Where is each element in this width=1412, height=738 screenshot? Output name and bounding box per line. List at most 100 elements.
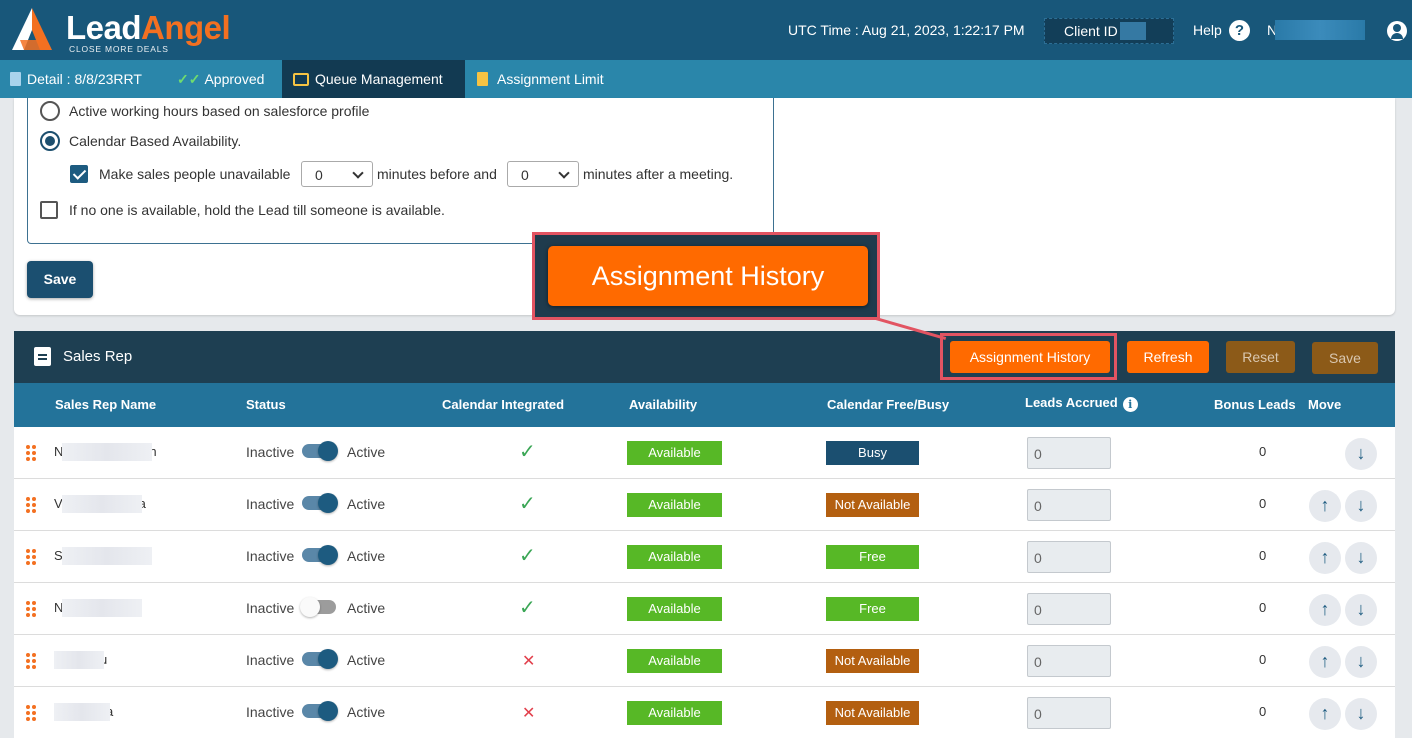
move-down-icon[interactable]: ↓ <box>1345 646 1377 678</box>
tab-detail[interactable]: Detail : 8/8/23RRT <box>10 60 142 98</box>
working-hours-label: Active working hours based on salesforce… <box>69 103 370 119</box>
status-inactive-label: Inactive <box>246 548 295 564</box>
cross-icon: ✕ <box>522 705 536 722</box>
toggle-knob <box>318 545 338 565</box>
status-active-label: Active <box>347 600 386 616</box>
move-up-icon[interactable]: ↑ <box>1309 542 1341 574</box>
availability-badge: Available <box>627 649 722 673</box>
leads-accrued-input[interactable]: 0 <box>1027 489 1111 521</box>
queue-icon <box>293 73 309 86</box>
leads-accrued-input[interactable]: 0 <box>1027 593 1111 625</box>
document-icon <box>34 347 51 366</box>
toggle-knob <box>318 701 338 721</box>
minutes-after-select[interactable]: 0 <box>507 161 579 187</box>
availability-badge: Available <box>627 545 722 569</box>
status-active-label: Active <box>347 444 386 460</box>
redacted-mask <box>62 495 142 513</box>
move-up-icon[interactable]: ↑ <box>1309 490 1341 522</box>
move-down-icon[interactable]: ↓ <box>1345 542 1377 574</box>
free-busy-badge: Not Available <box>826 493 919 517</box>
make-unavailable-checkbox[interactable] <box>70 165 88 183</box>
client-id-selector[interactable]: Client ID <box>1044 18 1174 44</box>
drag-handle-icon[interactable] <box>26 445 36 461</box>
move-down-icon[interactable]: ↓ <box>1345 698 1377 730</box>
refresh-button[interactable]: Refresh <box>1127 341 1209 373</box>
move-up-icon[interactable]: ↑ <box>1309 698 1341 730</box>
toggle-knob <box>300 597 320 617</box>
move-up-icon[interactable]: ↑ <box>1309 646 1341 678</box>
drag-handle-icon[interactable] <box>26 601 36 617</box>
col-status: Status <box>246 397 286 412</box>
tab-queue-management[interactable]: Queue Management <box>282 60 465 98</box>
document-icon <box>10 72 21 86</box>
status-toggle[interactable] <box>300 597 336 617</box>
client-id-label: Client ID <box>1064 23 1118 39</box>
status-inactive-label: Inactive <box>246 652 295 668</box>
user-avatar-icon[interactable] <box>1387 21 1407 41</box>
move-down-icon[interactable]: ↓ <box>1345 594 1377 626</box>
bonus-leads-value: 0 <box>1259 652 1267 667</box>
hold-lead-checkbox[interactable] <box>40 201 58 219</box>
drag-handle-icon[interactable] <box>26 653 36 669</box>
table-row: aInactiveActive✕AvailableNot Available00… <box>14 687 1395 738</box>
help-icon[interactable]: ? <box>1229 20 1250 41</box>
radio-calendar-availability[interactable] <box>40 131 60 151</box>
drag-handle-icon[interactable] <box>26 549 36 565</box>
leads-accrued-input[interactable]: 0 <box>1027 697 1111 729</box>
logo-wordmark: LeadAngel <box>66 9 231 46</box>
info-icon[interactable]: i <box>1122 397 1138 412</box>
utc-time: UTC Time : Aug 21, 2023, 1:22:17 PM <box>788 22 1025 38</box>
tab-approved[interactable]: ✓✓ Approved <box>177 60 264 98</box>
move-down-icon[interactable]: ↓ <box>1345 438 1377 470</box>
cross-icon: ✕ <box>522 653 536 670</box>
minutes-before-label: minutes before and <box>377 166 497 182</box>
check-icon: ✓ <box>519 441 536 463</box>
calendar-availability-label: Calendar Based Availability. <box>69 133 242 149</box>
table-row: Nn Inactive Active ✓ Available Busy 0 0 ↓ <box>14 427 1395 479</box>
move-down-icon[interactable]: ↓ <box>1345 490 1377 522</box>
drag-handle-icon[interactable] <box>26 705 36 721</box>
move-up-icon[interactable]: ↑ <box>1309 594 1341 626</box>
bonus-leads-value: 0 <box>1259 600 1267 615</box>
col-calendar-free-busy: Calendar Free/Busy <box>827 397 950 412</box>
status-inactive-label: Inactive <box>246 704 295 720</box>
save-reps-button[interactable]: Save <box>1312 342 1378 374</box>
free-busy-badge: Free <box>826 597 919 621</box>
free-busy-badge: Free <box>826 545 919 569</box>
col-calendar-integrated: Calendar Integrated <box>442 397 565 412</box>
redacted-mask <box>54 703 110 721</box>
drag-handle-icon[interactable] <box>26 497 36 513</box>
check-icon: ✓ <box>519 597 536 619</box>
availability-badge: Available <box>627 441 722 465</box>
radio-working-hours[interactable] <box>40 101 60 121</box>
table-row: Va Inactive Active ✓ Available Not Available 0… <box>14 479 1395 531</box>
status-toggle[interactable] <box>302 649 338 669</box>
leads-accrued-input[interactable]: 0 <box>1027 437 1111 469</box>
tab-assignment-limit[interactable]: Assignment Limit <box>477 60 604 98</box>
leadangel-logo[interactable]: LeadAngel CLOSE MORE DEALS <box>8 6 238 56</box>
assignment-history-zoomed: Assignment History <box>548 246 868 306</box>
save-settings-button[interactable]: Save <box>27 261 93 298</box>
highlight-box <box>940 333 1117 380</box>
status-inactive-label: Inactive <box>246 444 295 460</box>
logo-mark-icon <box>12 8 52 50</box>
help-link[interactable]: Help <box>1193 22 1222 38</box>
redacted-mask <box>62 599 142 617</box>
availability-badge: Available <box>627 493 722 517</box>
table-row: SiInactiveActive✓AvailableFree00↑↓ <box>14 531 1395 583</box>
double-check-icon: ✓✓ <box>177 71 201 87</box>
status-toggle[interactable] <box>302 493 338 513</box>
free-busy-badge: Not Available <box>826 701 919 725</box>
status-toggle[interactable] <box>302 441 338 461</box>
status-toggle[interactable] <box>302 701 338 721</box>
status-toggle[interactable] <box>302 545 338 565</box>
leads-accrued-input[interactable]: 0 <box>1027 541 1111 573</box>
redacted-mask <box>62 547 152 565</box>
redacted-mask <box>1275 20 1365 40</box>
reset-button[interactable]: Reset <box>1226 341 1295 373</box>
sales-rep-title: Sales Rep <box>63 348 133 365</box>
status-inactive-label: Inactive <box>246 600 295 616</box>
leads-accrued-input[interactable]: 0 <box>1027 645 1111 677</box>
zoom-callout: Assignment History <box>532 232 880 320</box>
minutes-before-select[interactable]: 0 <box>301 161 373 187</box>
